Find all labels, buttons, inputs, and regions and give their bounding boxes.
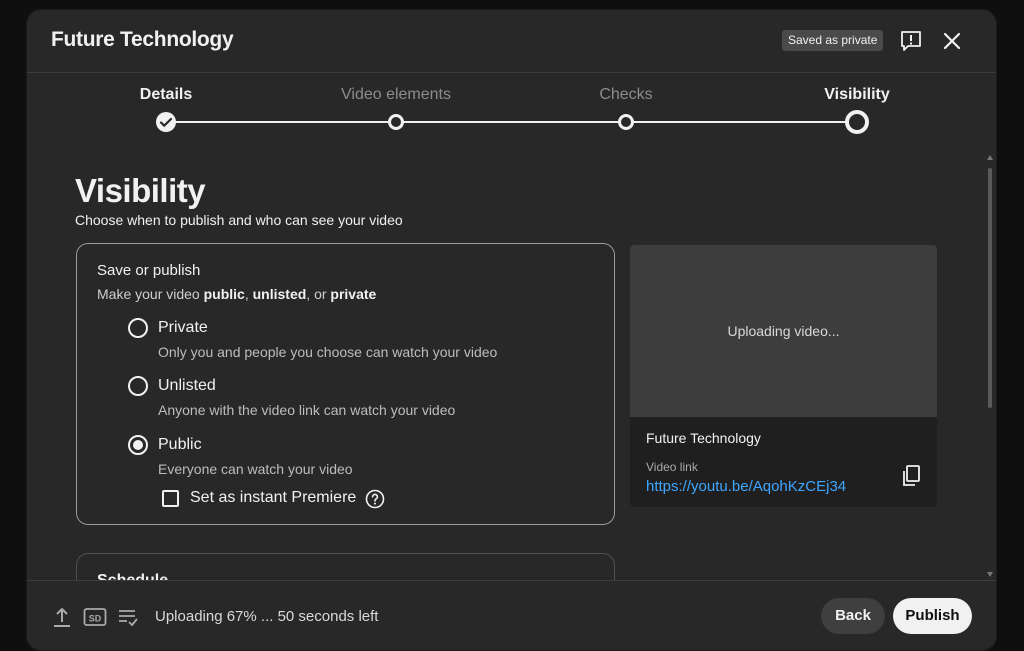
publish-button[interactable]: Publish: [893, 598, 972, 634]
help-icon[interactable]: [365, 489, 385, 509]
option-private-label[interactable]: Private: [158, 319, 208, 337]
option-public-description: Everyone can watch your video: [158, 461, 353, 477]
card-title: Save or publish: [97, 262, 201, 279]
sd-quality-icon: SD: [83, 606, 107, 628]
page-title: Visibility: [75, 172, 206, 209]
option-unlisted-label[interactable]: Unlisted: [158, 377, 216, 395]
scroll-down-arrow[interactable]: [987, 572, 993, 577]
video-preview-card: Uploading video... Future Technology Vid…: [630, 245, 937, 507]
schedule-card[interactable]: Schedule: [76, 553, 615, 580]
step-video-elements[interactable]: Video elements: [341, 86, 451, 104]
radio-unlisted[interactable]: [128, 376, 148, 396]
check-icon: [159, 117, 173, 127]
scrollbar-thumb[interactable]: [988, 168, 992, 408]
stepper-line: [166, 121, 857, 123]
scroll-up-arrow[interactable]: [987, 155, 993, 160]
step-dot-video-elements: [388, 114, 404, 130]
step-dot-checks: [618, 114, 634, 130]
dialog-title: Future Technology: [51, 28, 234, 51]
instant-premiere-label[interactable]: Set as instant Premiere: [190, 489, 356, 507]
save-or-publish-card: Save or publish Make your video public, …: [76, 243, 615, 525]
close-icon[interactable]: [940, 29, 964, 53]
visibility-content: Visibility Choose when to publish and wh…: [27, 152, 996, 580]
progress-stepper: Details Video elements Checks Visibility: [27, 72, 996, 152]
step-visibility[interactable]: Visibility: [824, 86, 890, 104]
dialog-footer: SD Uploading 67% ... 50 seconds left Bac…: [27, 580, 996, 650]
feedback-icon[interactable]: [899, 29, 923, 53]
dialog-header: Future Technology Saved as private: [27, 10, 996, 73]
video-link-caption: Video link: [646, 460, 698, 474]
uploading-status: Uploading video...: [727, 323, 840, 339]
option-public-label[interactable]: Public: [158, 436, 202, 454]
svg-text:SD: SD: [89, 614, 102, 624]
radio-private[interactable]: [128, 318, 148, 338]
upload-icon: [51, 606, 73, 628]
step-checks[interactable]: Checks: [599, 86, 652, 104]
instant-premiere-checkbox[interactable]: [162, 490, 179, 507]
video-link[interactable]: https://youtu.be/AqohKzCEj34: [646, 478, 846, 495]
step-dot-visibility: [845, 110, 869, 134]
page-subtitle: Choose when to publish and who can see y…: [75, 212, 403, 228]
saved-status-badge: Saved as private: [782, 30, 884, 51]
radio-public[interactable]: [128, 435, 148, 455]
schedule-title: Schedule: [97, 572, 168, 580]
copy-icon[interactable]: [900, 464, 922, 488]
video-thumbnail: Uploading video...: [630, 245, 937, 417]
upload-dialog: Future Technology Saved as private Detai…: [27, 10, 996, 650]
step-details[interactable]: Details: [140, 86, 192, 104]
card-subtitle: Make your video public, unlisted, or pri…: [97, 286, 377, 302]
preview-video-title: Future Technology: [646, 430, 761, 446]
option-unlisted-description: Anyone with the video link can watch you…: [158, 402, 456, 418]
back-button[interactable]: Back: [821, 598, 885, 634]
option-private-description: Only you and people you choose can watch…: [158, 344, 498, 360]
upload-status-text: Uploading 67% ... 50 seconds left: [155, 608, 379, 625]
step-done-dot: [156, 112, 176, 132]
checks-list-icon: [117, 606, 139, 628]
